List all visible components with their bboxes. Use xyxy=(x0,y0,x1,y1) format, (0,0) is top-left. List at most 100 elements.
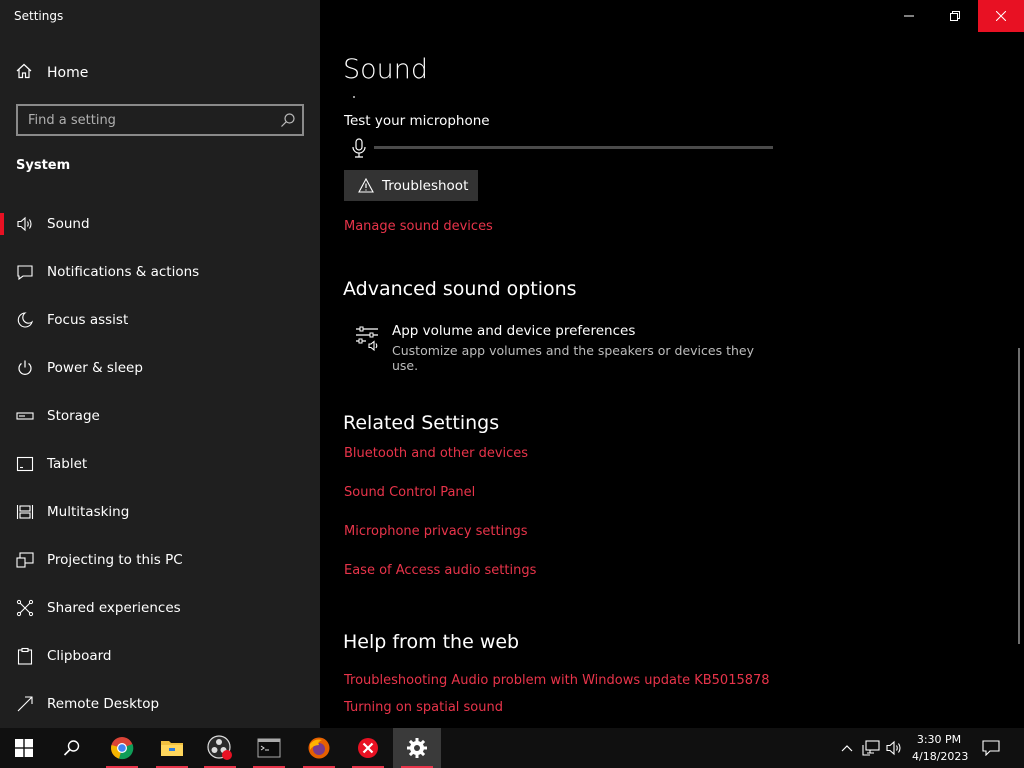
clipboard-icon xyxy=(16,647,34,665)
section-title: System xyxy=(16,158,71,173)
tablet-icon xyxy=(16,455,34,473)
volume-tray-button[interactable] xyxy=(884,728,906,768)
sidebar-item-sound[interactable]: Sound xyxy=(0,200,320,248)
bluetooth-link[interactable]: Bluetooth and other devices xyxy=(344,446,528,461)
notification-icon xyxy=(16,263,34,281)
obs-taskbar-button[interactable] xyxy=(196,728,244,768)
sidebar-item-clipboard[interactable]: Clipboard xyxy=(0,632,320,680)
network-icon xyxy=(862,740,880,756)
firefox-taskbar-button[interactable] xyxy=(295,728,343,768)
minimize-button[interactable] xyxy=(886,0,932,32)
close-icon xyxy=(996,11,1006,21)
sidebar-item-label: Notifications & actions xyxy=(47,264,200,280)
search-input[interactable] xyxy=(18,106,274,134)
mic-test-label: Test your microphone xyxy=(344,113,490,129)
remote-desktop-icon xyxy=(16,695,34,713)
sidebar-item-multitasking[interactable]: Multitasking xyxy=(0,488,320,536)
home-nav-item[interactable]: Home xyxy=(16,62,88,84)
search-icon[interactable] xyxy=(280,112,296,128)
clock-date: 4/18/2023 xyxy=(912,750,969,763)
projector-icon xyxy=(16,551,34,569)
advanced-heading: Advanced sound options xyxy=(343,278,577,300)
storage-icon xyxy=(16,407,34,425)
sidebar-item-storage[interactable]: Storage xyxy=(0,392,320,440)
microphone-privacy-link[interactable]: Microphone privacy settings xyxy=(344,524,528,539)
sound-control-panel-link[interactable]: Sound Control Panel xyxy=(344,485,475,500)
volume-icon xyxy=(886,740,901,756)
multitasking-icon xyxy=(16,503,34,521)
sidebar-item-focus-assist[interactable]: Focus assist xyxy=(0,296,320,344)
sidebar: Settings Home System Sound Notifications… xyxy=(0,0,320,728)
speaker-icon xyxy=(16,215,34,233)
sidebar-item-remote-desktop[interactable]: Remote Desktop xyxy=(0,680,320,728)
power-icon xyxy=(16,359,34,377)
show-hidden-icons-button[interactable] xyxy=(838,728,856,768)
start-icon xyxy=(15,739,33,757)
sidebar-item-label: Clipboard xyxy=(47,648,112,664)
sidebar-item-label: Shared experiences xyxy=(47,600,181,616)
chevron-up-icon xyxy=(841,745,853,752)
app-volume-preferences-item[interactable]: App volume and device preferences Custom… xyxy=(344,320,784,373)
equalizer-icon xyxy=(354,324,382,352)
taskbar-search-button[interactable] xyxy=(48,728,96,768)
manage-sound-devices-link[interactable]: Manage sound devices xyxy=(344,219,493,234)
sidebar-item-label: Multitasking xyxy=(47,504,130,520)
sidebar-item-tablet[interactable]: Tablet xyxy=(0,440,320,488)
file-explorer-taskbar-button[interactable] xyxy=(148,728,196,768)
troubleshoot-button[interactable]: Troubleshoot xyxy=(344,170,478,201)
start-button[interactable] xyxy=(0,728,48,768)
sidebar-item-label: Focus assist xyxy=(47,312,129,328)
warning-icon xyxy=(358,178,374,193)
clock[interactable]: 3:30 PM 4/18/2023 xyxy=(912,731,969,765)
shared-icon xyxy=(16,599,34,617)
main-content: Sound Test your microphone Troubleshoot … xyxy=(320,0,1024,728)
microphone-icon xyxy=(350,138,368,158)
firefox-icon xyxy=(308,737,330,759)
nav-list: Sound Notifications & actions Focus assi… xyxy=(0,200,320,728)
action-center-button[interactable] xyxy=(976,728,1006,768)
search-box[interactable] xyxy=(16,104,304,136)
scrollbar[interactable] xyxy=(1018,348,1020,644)
help-link-spatial-sound[interactable]: Turning on spatial sound xyxy=(344,700,503,715)
network-tray-button[interactable] xyxy=(860,728,882,768)
sidebar-item-label: Power & sleep xyxy=(47,360,143,376)
restore-button[interactable] xyxy=(932,0,978,32)
sidebar-item-label: Storage xyxy=(47,408,100,424)
sidebar-item-notifications[interactable]: Notifications & actions xyxy=(0,248,320,296)
page-title: Sound xyxy=(343,54,429,85)
moon-icon xyxy=(16,311,34,329)
minimize-icon xyxy=(904,15,914,17)
settings-taskbar-button[interactable] xyxy=(393,728,441,768)
terminal-icon xyxy=(257,738,281,758)
sidebar-item-projecting[interactable]: Projecting to this PC xyxy=(0,536,320,584)
help-heading: Help from the web xyxy=(343,631,520,653)
terminal-taskbar-button[interactable] xyxy=(245,728,293,768)
file-explorer-icon xyxy=(161,741,183,756)
clock-time: 3:30 PM xyxy=(916,733,962,746)
sidebar-item-label: Sound xyxy=(47,216,90,232)
home-label: Home xyxy=(47,65,89,81)
close-button[interactable] xyxy=(978,0,1024,32)
sidebar-item-label: Remote Desktop xyxy=(47,696,160,712)
troubleshoot-label: Troubleshoot xyxy=(382,177,469,194)
app-volume-description: Customize app volumes and the speakers o… xyxy=(392,343,754,373)
search-icon xyxy=(63,740,80,756)
x-app-taskbar-button[interactable] xyxy=(344,728,392,768)
app-volume-title: App volume and device preferences xyxy=(392,323,636,339)
app-title: Settings xyxy=(14,9,64,23)
help-link-audio-problem[interactable]: Troubleshooting Audio problem with Windo… xyxy=(344,673,770,688)
taskbar: 3:30 PM 4/18/2023 xyxy=(0,728,1024,768)
action-center-icon xyxy=(982,740,1000,756)
sidebar-item-shared-experiences[interactable]: Shared experiences xyxy=(0,584,320,632)
restore-icon xyxy=(950,11,960,21)
sidebar-item-label: Tablet xyxy=(47,456,88,472)
x-app-icon xyxy=(358,738,378,758)
chrome-icon xyxy=(111,737,134,760)
settings-icon xyxy=(407,738,427,758)
ease-of-access-audio-link[interactable]: Ease of Access audio settings xyxy=(344,563,536,578)
sidebar-item-power-sleep[interactable]: Power & sleep xyxy=(0,344,320,392)
sidebar-item-label: Projecting to this PC xyxy=(47,552,183,568)
chrome-taskbar-button[interactable] xyxy=(98,728,146,768)
related-settings-heading: Related Settings xyxy=(343,412,500,434)
obs-icon xyxy=(207,735,232,760)
